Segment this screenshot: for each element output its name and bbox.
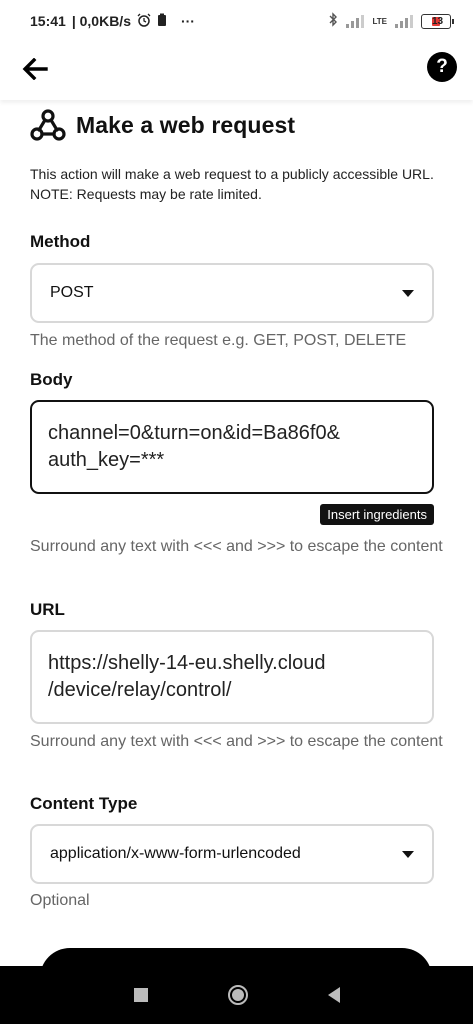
clipboard-icon [157, 13, 167, 30]
alarm-icon [137, 13, 151, 30]
body-input[interactable]: channel=0&turn=on&id=Ba86f0& auth_key=**… [30, 400, 434, 494]
content-type-value: application/x-www-form-urlencoded [50, 845, 301, 862]
system-nav-bar [0, 966, 473, 1024]
page-header: Make a web request [30, 108, 295, 142]
home-icon[interactable] [227, 985, 248, 1005]
back-button[interactable] [18, 52, 52, 86]
help-button[interactable]: ? [427, 52, 457, 82]
arrow-left-icon [22, 58, 48, 80]
content-type-hint: Optional [30, 892, 90, 909]
method-value: POST [50, 284, 94, 301]
content-type-select[interactable]: application/x-www-form-urlencoded [30, 824, 434, 884]
help-icon: ? [436, 56, 448, 77]
status-bar: 15:41 | 0,0KB/s ··· LTE 13 [0, 0, 473, 42]
method-select[interactable]: POST [30, 263, 434, 323]
content-type-label: Content Type [30, 794, 138, 813]
app-bar: ? [0, 42, 473, 100]
method-hint: The method of the request e.g. GET, POST… [30, 332, 407, 349]
url-value-line-1: https://shelly-14-eu.shelly.cloud [48, 652, 326, 674]
status-net-speed: | 0,0KB/s [71, 13, 131, 29]
method-label: Method [30, 232, 91, 251]
battery-level: 13 [432, 15, 444, 27]
insert-ingredients-button[interactable]: Insert ingredients [320, 504, 434, 525]
signal-lte-icon [395, 14, 413, 28]
page-title: Make a web request [76, 111, 296, 138]
battery-icon: 13 [421, 13, 454, 29]
webhooks-icon [30, 109, 66, 141]
signal-icon [346, 14, 365, 28]
body-label: Body [30, 370, 73, 389]
body-value-line-2: auth_key=*** [48, 449, 165, 471]
lte-label: LTE [372, 16, 387, 26]
bluetooth-icon [328, 12, 338, 30]
recents-icon[interactable] [133, 988, 148, 1002]
url-label: URL [30, 600, 65, 619]
status-more: ··· [180, 13, 195, 29]
url-input[interactable]: https://shelly-14-eu.shelly.cloud /devic… [30, 630, 434, 724]
body-hint: Surround any text with <<< and >>> to es… [30, 538, 443, 555]
url-value-line-2: /device/relay/control/ [48, 679, 232, 701]
caret-down-icon [402, 851, 414, 858]
action-description: This action will make a web request to a… [30, 166, 434, 202]
url-hint: Surround any text with <<< and >>> to es… [30, 733, 443, 750]
body-value-line-1: channel=0&turn=on&id=Ba86f0& [48, 422, 340, 444]
caret-down-icon [402, 290, 414, 297]
back-triangle-icon[interactable] [327, 987, 340, 1003]
status-time: 15:41 [30, 13, 66, 29]
